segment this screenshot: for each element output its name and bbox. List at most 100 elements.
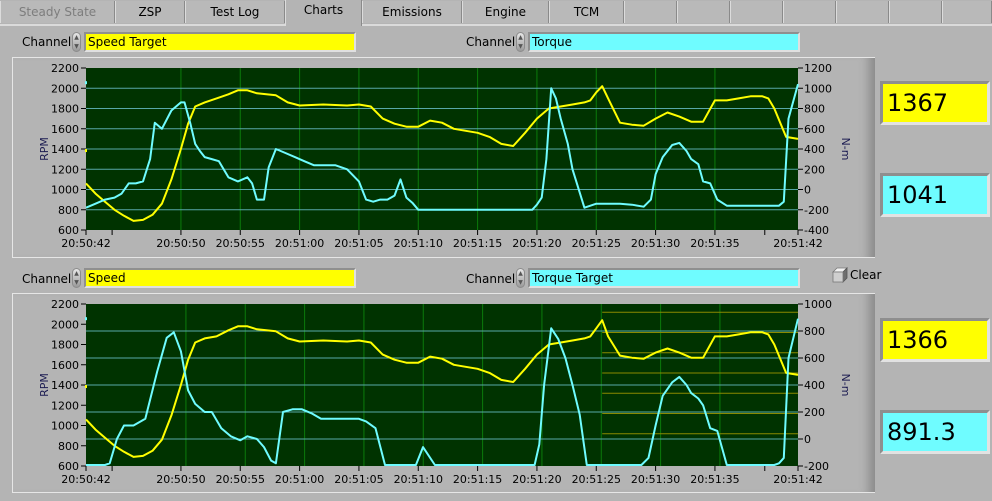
- chart2-channel1-spinner[interactable]: ▲ ▼: [72, 268, 81, 288]
- chart1-left-tick-label: 1200: [51, 163, 79, 176]
- chart1-x-tick-label: 20:51:25: [572, 237, 621, 250]
- chart1-channel1-field[interactable]: Speed Target: [84, 32, 356, 52]
- chart2-left-tick-label: 1200: [51, 399, 79, 412]
- chart2-channel2-label: Channel: [466, 272, 516, 286]
- tab-bar: Steady State ZSP Test Log Charts Emissio…: [0, 0, 992, 26]
- chart1-channel1-label: Channel: [22, 35, 72, 49]
- clear-label: Clear: [850, 268, 882, 282]
- chart1-x-tick-label: 20:50:42: [61, 237, 110, 250]
- chart1-right-tick-label: 600: [804, 123, 825, 136]
- chart1-left-tick-label: 1400: [51, 143, 79, 156]
- chart1-x-tick-label: 20:51:05: [334, 237, 383, 250]
- chart2-channel1-label: Channel: [22, 272, 72, 286]
- chart1-torque-readout: 1041: [880, 173, 990, 217]
- chart2-right-tick-label: 600: [804, 352, 825, 365]
- chart1-left-tick-label: 2000: [51, 82, 79, 95]
- chart1-left-tick-label: 600: [58, 224, 79, 237]
- chart1-right-tick-label: -200: [804, 204, 829, 217]
- chart2-left-tick-label: 1400: [51, 379, 79, 392]
- tab-tcm[interactable]: TCM: [549, 1, 624, 23]
- down-arrow-icon[interactable]: ▼: [517, 42, 524, 51]
- tab-zsp[interactable]: ZSP: [115, 1, 185, 23]
- chart2-left-tick-label: 1000: [51, 420, 79, 433]
- chart2-x-tick-label: 20:50:55: [216, 473, 265, 486]
- tab-engine[interactable]: Engine: [462, 1, 549, 23]
- chart2-x-tick-label: 20:51:00: [275, 473, 324, 486]
- chart1-x-tick-label: 20:50:55: [216, 237, 265, 250]
- chart2-channel2-spinner[interactable]: ▲ ▼: [516, 268, 525, 288]
- chart1-x-tick-label: 20:50:50: [156, 237, 205, 250]
- chart1-x-tick-label: 20:51:42: [773, 237, 822, 250]
- chart2-x-tick-label: 20:51:35: [690, 473, 739, 486]
- tab-blank-5: [836, 1, 889, 23]
- tab-blank-1[interactable]: [624, 1, 677, 23]
- chart2-x-tick-label: 20:51:20: [512, 473, 561, 486]
- up-arrow-icon[interactable]: ▲: [517, 269, 524, 278]
- chart2-svg: 6008001000120014001600180020002200RPM-20…: [38, 298, 852, 486]
- chart1-x-tick-label: 20:51:00: [275, 237, 324, 250]
- up-arrow-icon[interactable]: ▲: [73, 33, 80, 42]
- chart2-cursor-marker: [85, 385, 87, 389]
- chart2-right-tick-label: 1000: [804, 298, 832, 311]
- chart2-left-tick-label: 800: [58, 440, 79, 453]
- chart1-channel2-spinner[interactable]: ▲ ▼: [516, 32, 525, 52]
- tab-blank-6: [889, 1, 942, 23]
- tab-blank-2[interactable]: [677, 1, 730, 23]
- tab-blank-3[interactable]: [730, 1, 783, 23]
- chart1-left-tick-label: 1800: [51, 103, 79, 116]
- chart2-x-tick-label: 20:51:42: [773, 473, 822, 486]
- tab-divider: [0, 24, 992, 26]
- chart2-frame: 600 800 1000 1200 1400 1600 1800 2000 2200 RPM -20…: [12, 293, 875, 493]
- down-arrow-icon[interactable]: ▼: [517, 278, 524, 287]
- chart1-y2label: N-m: [839, 138, 852, 161]
- chart2-x-tick-label: 20:51:05: [334, 473, 383, 486]
- chart2-torque-readout: 891.3: [880, 410, 990, 454]
- chart1-x-tick-label: 20:51:15: [453, 237, 502, 250]
- chart1-x-tick-label: 20:51:35: [690, 237, 739, 250]
- chart2-right-tick-label: 0: [804, 433, 811, 446]
- up-arrow-icon[interactable]: ▲: [517, 33, 524, 42]
- chart1-channel1-spinner[interactable]: ▲ ▼: [72, 32, 81, 52]
- chart1-left-tick-label: 2200: [51, 62, 79, 75]
- down-arrow-icon[interactable]: ▼: [73, 42, 80, 51]
- chart1-x-tick-label: 20:51:20: [512, 237, 561, 250]
- tab-emissions[interactable]: Emissions: [362, 1, 462, 23]
- chart1-cursor-marker: [85, 149, 87, 153]
- chart1-channel2-field[interactable]: Torque: [528, 32, 800, 52]
- chart1-left-tick-label: 1000: [51, 184, 79, 197]
- tab-test-log[interactable]: Test Log: [185, 1, 285, 23]
- chart2-ylabel: RPM: [38, 373, 51, 397]
- chart1-x-tick-label: 20:51:10: [394, 237, 443, 250]
- chart1-x-tick-label: 20:51:30: [631, 237, 680, 250]
- chart2-x-tick-label: 20:51:15: [453, 473, 502, 486]
- up-arrow-icon[interactable]: ▲: [73, 269, 80, 278]
- chart2-right-tick-label: 200: [804, 406, 825, 419]
- down-arrow-icon[interactable]: ▼: [73, 278, 80, 287]
- chart1-right-tick-label: 1200: [804, 62, 832, 75]
- chart1-left-tick-label: 1600: [51, 123, 79, 136]
- chart2-left-tick-label: 600: [58, 460, 79, 473]
- chart2-x-tick-label: 20:51:10: [394, 473, 443, 486]
- chart2-channel2-field[interactable]: Torque Target: [528, 268, 800, 288]
- chart2-x-tick-label: 20:50:50: [156, 473, 205, 486]
- chart1-right-tick-label: 0: [804, 184, 811, 197]
- chart2-cursor-marker: [85, 317, 87, 321]
- tab-charts[interactable]: Charts: [285, 0, 362, 26]
- chart2-left-tick-label: 1600: [51, 359, 79, 372]
- chart1-right-tick-label: 400: [804, 143, 825, 156]
- chart2-channel1-field[interactable]: Speed: [84, 268, 356, 288]
- clear-button[interactable]: [832, 267, 848, 283]
- chart1-right-tick-label: 200: [804, 163, 825, 176]
- chart2-x-tick-label: 20:50:42: [61, 473, 110, 486]
- chart1-frame: 600 800 1000 1200 1400 1600 1800 2000 2200 RPM -40…: [12, 57, 875, 258]
- chart1-right-tick-label: 1000: [804, 82, 832, 95]
- chart2-x-tick-label: 20:51:25: [572, 473, 621, 486]
- tab-blank-4[interactable]: [783, 1, 836, 23]
- chart1-left-tick-label: 800: [58, 204, 79, 217]
- chart1-speed-readout: 1367: [880, 81, 990, 125]
- tab-steady-state[interactable]: Steady State: [0, 1, 115, 23]
- chart1-cursor-marker: [85, 81, 87, 85]
- chart2-right-tick-label: 400: [804, 379, 825, 392]
- chart1-svg: 6008001000120014001600180020002200RPM-40…: [38, 62, 852, 250]
- chart2-left-tick-label: 2000: [51, 318, 79, 331]
